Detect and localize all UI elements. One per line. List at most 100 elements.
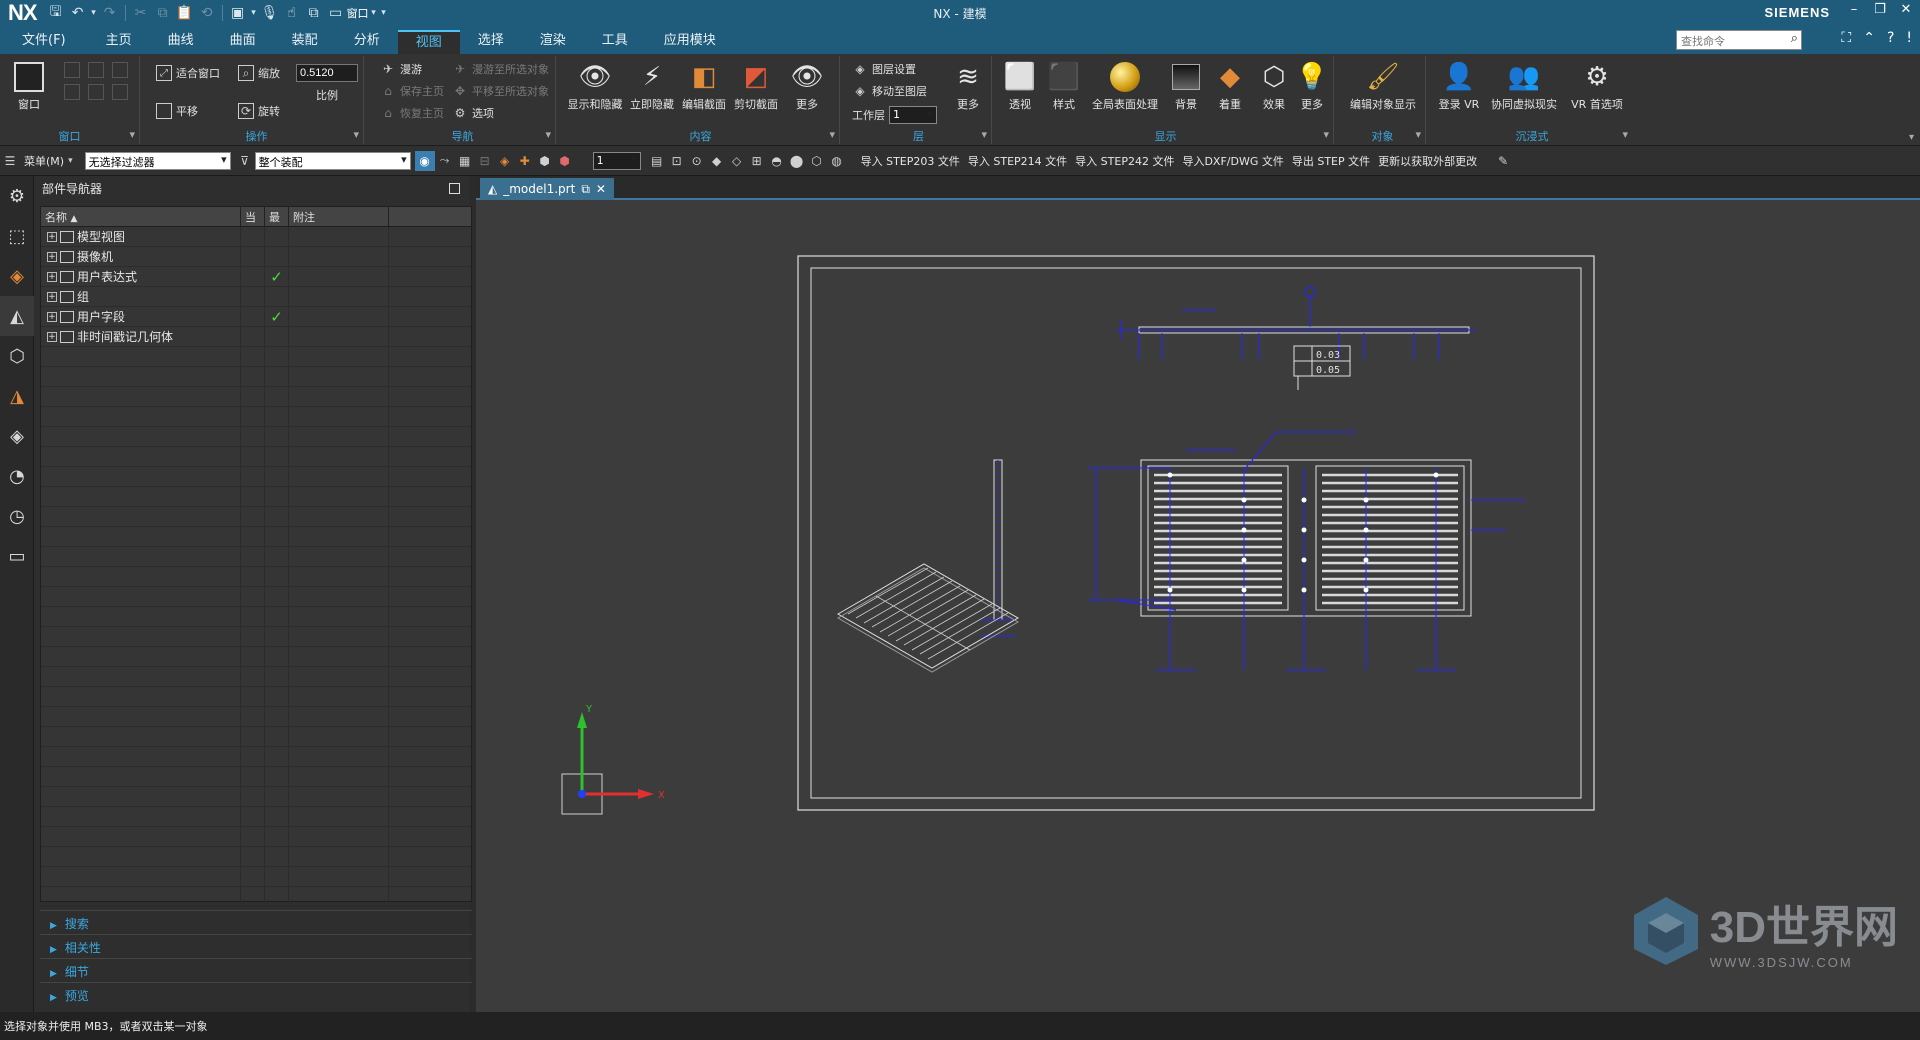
- window-button[interactable]: 窗口: [4, 60, 54, 112]
- import-dxf-button[interactable]: 导入DXF/DWG 文件: [1182, 153, 1283, 169]
- section-icon[interactable]: ⊞: [747, 151, 767, 171]
- walk-to-selected-button[interactable]: ✈ 漫游至所选对象: [452, 60, 549, 78]
- tab-assembly[interactable]: 装配: [274, 30, 336, 54]
- point-select-icon[interactable]: ✚: [515, 151, 535, 171]
- redo-icon[interactable]: ↷: [99, 2, 121, 24]
- tree-node[interactable]: + 用户字段: [41, 306, 241, 327]
- emphasis-button[interactable]: ◆ 着重: [1208, 60, 1252, 112]
- table-row[interactable]: + 模型视图: [41, 226, 471, 247]
- tab-view[interactable]: 视图: [397, 30, 460, 54]
- wire-icon[interactable]: ◇: [727, 151, 747, 171]
- shaded-icon[interactable]: ◆: [707, 151, 727, 171]
- tree-node[interactable]: + 摄像机: [41, 246, 241, 267]
- tree-node[interactable]: + 组: [41, 286, 241, 307]
- zoom-button[interactable]: ⌕ 缩放: [238, 64, 280, 82]
- undo-dropdown-icon[interactable]: ▾: [89, 2, 99, 24]
- content-more-button[interactable]: 👁 更多: [782, 60, 832, 112]
- export-step-button[interactable]: 导出 STEP 文件: [1292, 153, 1370, 169]
- window-icon[interactable]: ▭: [325, 2, 347, 24]
- display-more-button[interactable]: 💡 更多: [1290, 60, 1334, 112]
- process-studio-icon[interactable]: ◔: [0, 456, 34, 496]
- save-icon[interactable]: 🖫: [45, 2, 67, 24]
- undo-icon[interactable]: ↶: [67, 2, 89, 24]
- walk-button[interactable]: ✈ 漫游: [380, 60, 422, 78]
- window-menu-label[interactable]: 窗口: [347, 5, 369, 21]
- view-tool-icon[interactable]: ▤: [647, 151, 667, 171]
- selection-filter-select[interactable]: 无选择过滤器: [84, 151, 231, 170]
- tab-file[interactable]: 文件(F): [0, 30, 88, 54]
- expand-icon[interactable]: +: [47, 231, 57, 242]
- table-row[interactable]: + 用户表达式 ✓: [41, 266, 471, 287]
- collapse-ribbon-icon[interactable]: ⌃: [1863, 30, 1875, 46]
- style-button[interactable]: ⬛ 样式: [1042, 60, 1086, 112]
- ribbon-expand-icon[interactable]: ▾: [1909, 132, 1914, 143]
- command-search-input[interactable]: 查找命令 ⌕: [1676, 30, 1802, 50]
- web-browser-icon[interactable]: ◈: [0, 416, 34, 456]
- customize-dropdown-icon[interactable]: ▾: [379, 2, 389, 24]
- select-tool-icon[interactable]: ⤳: [435, 151, 455, 171]
- repeat-icon[interactable]: ⟲: [196, 2, 218, 24]
- column-header-name[interactable]: 名称 ▲: [41, 207, 241, 226]
- restore-button[interactable]: ❐: [1872, 2, 1888, 17]
- display-dropdown-icon[interactable]: ▾: [249, 2, 259, 24]
- clip-section-button[interactable]: ◩ 剪切截面: [730, 60, 782, 112]
- rotate-button[interactable]: ⟳ 旋转: [238, 102, 280, 120]
- expand-icon[interactable]: +: [47, 291, 57, 302]
- history-icon[interactable]: ◷: [0, 496, 34, 536]
- tab-applications[interactable]: 应用模块: [646, 30, 734, 54]
- column-header-current[interactable]: 当: [241, 207, 265, 226]
- reuse-library-icon[interactable]: ⬡: [0, 336, 34, 376]
- fit-window-button[interactable]: ⤢ 适合窗口: [156, 64, 220, 82]
- orient-icon[interactable]: ⊙: [687, 151, 707, 171]
- minimize-button[interactable]: –: [1846, 2, 1862, 17]
- deselect-icon[interactable]: ⊟: [475, 151, 495, 171]
- show-icon[interactable]: ⬡: [807, 151, 827, 171]
- tree-node[interactable]: + 非时间戳记几何体: [41, 326, 241, 347]
- update-external-button[interactable]: 更新以获取外部更改: [1378, 153, 1477, 169]
- show-hide-button[interactable]: 👁 显示和隐藏: [564, 60, 626, 112]
- edit-section-button[interactable]: ◧ 编辑截面: [678, 60, 730, 112]
- expand-icon[interactable]: +: [47, 251, 57, 262]
- undock-icon[interactable]: ⧉: [581, 182, 590, 197]
- tab-select[interactable]: 选择: [460, 30, 522, 54]
- table-row[interactable]: + 用户字段 ✓: [41, 306, 471, 327]
- menu-button[interactable]: 菜单(M): [24, 153, 64, 169]
- tab-surface[interactable]: 曲面: [212, 30, 274, 54]
- tab-home[interactable]: 主页: [88, 30, 150, 54]
- move-to-layer-button[interactable]: ◈ 移动至图层: [852, 82, 927, 100]
- type-filter-icon[interactable]: ▦: [455, 151, 475, 171]
- tab-render[interactable]: 渲染: [522, 30, 584, 54]
- layout-icon[interactable]: [64, 62, 80, 78]
- copy-icon[interactable]: ⧉: [152, 2, 174, 24]
- snap-icon[interactable]: ◉: [414, 150, 435, 171]
- document-tab[interactable]: ◭ _model1.prt ⧉ ✕: [480, 178, 614, 200]
- alert-icon[interactable]: !: [1906, 30, 1912, 46]
- layer-more-button[interactable]: ≋ 更多: [946, 60, 990, 112]
- expand-icon[interactable]: +: [47, 271, 57, 282]
- feature-select-icon[interactable]: ◈: [495, 151, 515, 171]
- display-mode-icon[interactable]: ▣: [227, 2, 249, 24]
- close-tab-icon[interactable]: ✕: [596, 182, 606, 196]
- layout-icon[interactable]: [88, 62, 104, 78]
- layout-icon[interactable]: [112, 84, 128, 100]
- part-navigator-icon[interactable]: ◭: [0, 296, 34, 336]
- microphone-icon[interactable]: 🎙: [259, 2, 281, 24]
- cut-icon[interactable]: ✂: [130, 2, 152, 24]
- collab-vr-button[interactable]: 👥 协同虚拟现实: [1486, 60, 1562, 112]
- render-style-icon[interactable]: ◓: [767, 151, 787, 171]
- global-surface-button[interactable]: 全局表面处理: [1088, 60, 1162, 112]
- pan-button[interactable]: 平移: [156, 102, 198, 120]
- accordion-preview[interactable]: ▶ 预览: [40, 982, 472, 1004]
- accordion-details[interactable]: ▶ 细节: [40, 958, 472, 980]
- menu-icon[interactable]: ☰: [0, 151, 20, 171]
- layout-icon[interactable]: [112, 62, 128, 78]
- constraint-navigator-icon[interactable]: ◈: [0, 256, 34, 296]
- touch-mode-icon[interactable]: ☝: [281, 2, 303, 24]
- tree-node[interactable]: + 模型视图: [41, 226, 241, 247]
- settings-icon[interactable]: ⚙: [0, 176, 34, 216]
- close-button[interactable]: ✕: [1898, 2, 1914, 17]
- selection-scope-select[interactable]: 整个装配: [254, 151, 411, 170]
- accordion-search[interactable]: ▶ 搜索: [40, 910, 472, 932]
- filter-icon[interactable]: ⊽: [235, 151, 255, 171]
- layer-settings-button[interactable]: ◈ 图层设置: [852, 60, 916, 78]
